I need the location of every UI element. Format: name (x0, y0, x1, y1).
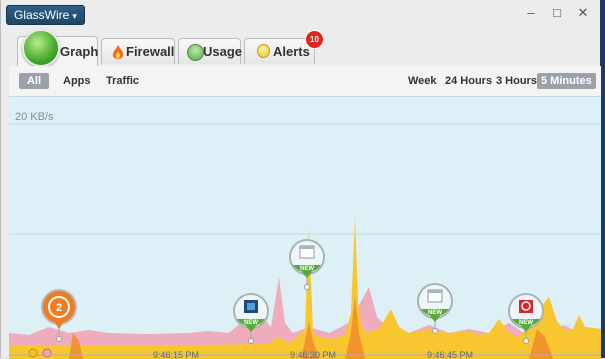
upload-legend-icon (42, 348, 52, 358)
range-5-minutes[interactable]: 5 Minutes (537, 73, 596, 89)
tab-graph[interactable]: Graph (17, 29, 99, 67)
title-bar: GlassWire ▾ – □ ✕ (1, 0, 601, 28)
tab-firewall-label: Firewall (126, 44, 175, 59)
traffic-graph[interactable]: 20 KB/s 2 NEW NEW NEW NEW 9:46:15 PM 9:4… (9, 96, 601, 359)
maximize-button[interactable]: □ (547, 6, 567, 20)
marker-new-label: NEW (428, 310, 442, 316)
tab-firewall[interactable]: Firewall (101, 38, 175, 64)
marker-new-label: NEW (519, 320, 533, 326)
marker-new-label: NEW (300, 266, 314, 272)
marker-new-label: NEW (244, 320, 258, 326)
alerts-count-badge: 10 (305, 30, 324, 49)
tab-bar: Graph Firewall Usage Alerts 10 (1, 28, 601, 67)
graph-canvas: 2 NEW NEW NEW NEW 9:46:15 PM 9:46:30 PM … (9, 123, 601, 359)
download-legend-icon (28, 348, 38, 358)
tab-graph-label: Graph (60, 44, 99, 59)
minimize-button[interactable]: – (521, 6, 541, 20)
flame-icon (111, 44, 126, 59)
chevron-down-icon: ▾ (72, 11, 77, 21)
usage-icon (187, 44, 204, 61)
tab-usage-label: Usage (203, 44, 243, 59)
filter-traffic[interactable]: Traffic (102, 73, 143, 89)
tab-alerts-label: Alerts (273, 44, 310, 59)
app-menu-label: GlassWire (14, 8, 70, 22)
app-menu-button[interactable]: GlassWire ▾ (6, 5, 85, 25)
bulb-icon (257, 44, 270, 58)
filter-apps[interactable]: Apps (59, 73, 95, 89)
close-button[interactable]: ✕ (573, 6, 593, 20)
tab-usage[interactable]: Usage (178, 38, 243, 64)
graph-toolbar: All Apps Traffic Week 24 Hours 3 Hours 5… (9, 66, 601, 96)
glasswire-window: GlassWire ▾ – □ ✕ Graph Firewall Usage Al… (0, 0, 601, 359)
range-3-hours[interactable]: 3 Hours (492, 73, 541, 89)
marker-app-3[interactable]: NEW (417, 283, 453, 334)
range-24-hours[interactable]: 24 Hours (441, 73, 496, 89)
marker-app-2[interactable]: NEW (289, 239, 325, 290)
marker-count-text: 2 (56, 302, 62, 314)
range-week[interactable]: Week (404, 73, 441, 89)
filter-all[interactable]: All (19, 73, 49, 89)
globe-icon (22, 29, 60, 67)
